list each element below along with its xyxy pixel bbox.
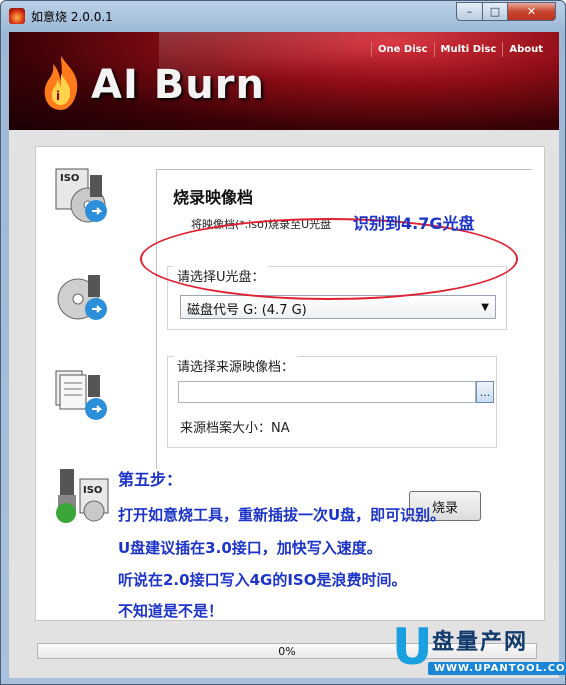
usb-drive-selected: 磁盘代号 G: (4.7 G) — [187, 303, 307, 318]
svg-text:ISO: ISO — [83, 485, 102, 496]
watermark-cn: 盘量产网 — [432, 630, 529, 655]
annotation-line-3: 听说在2.0接口写入4G的ISO是浪费时间。 — [118, 571, 407, 589]
iso-disc-usb-icon[interactable]: ISO — [52, 165, 114, 227]
disc-usb-icon[interactable] — [52, 265, 114, 327]
watermark-url: WWW.UPANTOOL.COM — [428, 662, 566, 675]
header-banner: i AI Burn One Disc Multi Disc About — [9, 32, 559, 130]
title-bar[interactable]: 如意烧 2.0.0.1 – □ ✕ — [1, 1, 565, 31]
docs-disc-usb-icon[interactable] — [52, 365, 114, 427]
nav-one-disc[interactable]: One Disc — [371, 42, 434, 57]
flame-logo-icon: i — [44, 56, 78, 110]
source-image-label: 请选择来源映像档： — [174, 356, 298, 375]
watermark-logo: U 盘量产网 WWW.UPANTOOL.COM — [388, 618, 566, 680]
annotation-line-1: 打开如意烧工具，重新插拔一次U盘，即可识别。 — [118, 506, 446, 524]
minimize-button[interactable]: – — [456, 2, 483, 21]
svg-text:i: i — [56, 89, 60, 103]
close-button[interactable]: ✕ — [507, 2, 556, 21]
source-image-group: 请选择来源映像档： ... 来源档案大小：NA — [167, 356, 497, 448]
svg-text:ISO: ISO — [60, 173, 79, 184]
page-title: 烧录映像档 — [173, 188, 254, 207]
brand-title: AI Burn — [91, 62, 265, 108]
chevron-down-icon: ▼ — [481, 302, 489, 313]
browse-button[interactable]: ... — [476, 381, 494, 403]
app-flame-icon — [9, 8, 25, 24]
window-title: 如意烧 2.0.0.1 — [31, 10, 113, 24]
maximize-button[interactable]: □ — [482, 2, 508, 21]
source-size-label: 来源档案大小：NA — [180, 421, 290, 436]
watermark-u: U — [392, 618, 433, 676]
annotation-line-2: U盘建议插在3.0接口，加快写入速度。 — [118, 539, 382, 557]
annotation-line-4: 不知道是不是！ — [118, 602, 224, 620]
content-area: ISO ISO 烧录映像档 将映像档(*.iso)烧录至U光盘 请选择U光盘： … — [9, 130, 559, 678]
nav-about[interactable]: About — [502, 42, 549, 57]
usb-iso-icon[interactable]: ISO — [52, 465, 114, 527]
annotation-detected: 识别到4.7G光盘 — [353, 214, 475, 233]
nav-multi-disc[interactable]: Multi Disc — [433, 42, 503, 57]
annotation-step: 第五步： — [118, 470, 183, 489]
source-path-input[interactable] — [178, 381, 476, 403]
top-nav: One Disc Multi Disc About — [371, 42, 549, 57]
burn-image-pane: 烧录映像档 将映像档(*.iso)烧录至U光盘 请选择U光盘： 磁盘代号 G: … — [156, 169, 532, 469]
